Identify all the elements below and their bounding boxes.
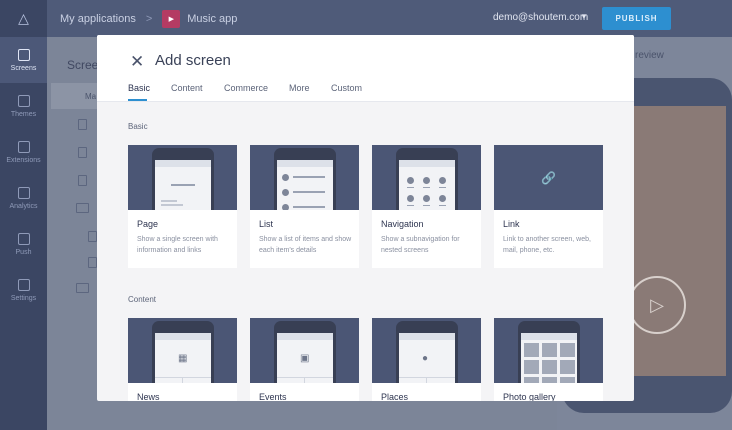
chevron-down-icon[interactable]: ▼ bbox=[580, 12, 588, 21]
screen-card-navigation[interactable]: Navigation Show a subnavigation for nest… bbox=[372, 145, 481, 268]
card-title: News bbox=[137, 392, 160, 401]
card-preview: 🔗 bbox=[494, 145, 603, 210]
screen-card-list[interactable]: List Show a list of items and show each … bbox=[250, 145, 359, 268]
section-title-basic: Basic bbox=[128, 122, 148, 131]
selected-screen-label: Ma bbox=[85, 92, 97, 101]
tab-basic[interactable]: Basic bbox=[128, 83, 150, 93]
screen-card-link[interactable]: 🔗 Link Link to another screen, web, mail… bbox=[494, 145, 603, 268]
palette-icon bbox=[17, 94, 30, 107]
card-description: Link to another screen, web, mail, phone… bbox=[503, 236, 591, 254]
screen-card-places[interactable]: ● Places bbox=[372, 318, 481, 401]
app-thumbnail: ▶ bbox=[162, 9, 181, 28]
app-name: Music app bbox=[187, 12, 238, 25]
screen-card-photo-gallery[interactable]: Photo gallery bbox=[494, 318, 603, 401]
screen-row-icon[interactable] bbox=[78, 175, 87, 186]
tab-content[interactable]: Content bbox=[171, 83, 203, 93]
rail-item-themes[interactable]: Themes bbox=[0, 83, 47, 129]
card-description: Show a subnavigation for nested screens bbox=[381, 236, 460, 254]
phone-mockup bbox=[152, 148, 214, 210]
calendar-icon: ▣ bbox=[300, 353, 310, 364]
folder-icon[interactable] bbox=[76, 203, 89, 213]
card-preview: ● bbox=[372, 318, 481, 383]
card-preview bbox=[250, 145, 359, 210]
app-logo[interactable]: △ bbox=[0, 0, 47, 37]
tab-custom[interactable]: Custom bbox=[331, 83, 362, 93]
phone-mockup bbox=[274, 148, 336, 210]
section-title-content: Content bbox=[128, 295, 157, 304]
breadcrumb-my-applications[interactable]: My applications bbox=[60, 13, 136, 25]
close-icon[interactable]: ✕ bbox=[130, 53, 144, 71]
tab-commerce[interactable]: Commerce bbox=[224, 83, 268, 93]
folder-icon[interactable] bbox=[76, 283, 89, 293]
screen-row-icon[interactable] bbox=[88, 257, 97, 268]
card-title: Page bbox=[137, 219, 159, 229]
user-email[interactable]: demo@shoutem.com bbox=[493, 12, 588, 23]
card-description: Show a list of items and show each item'… bbox=[259, 236, 352, 254]
link-icon: 🔗 bbox=[541, 171, 556, 185]
breadcrumb-separator: > bbox=[145, 12, 153, 25]
rail-item-screens[interactable]: Screens bbox=[0, 37, 47, 83]
screen-card-events[interactable]: ▣ Events bbox=[250, 318, 359, 401]
card-title: Link bbox=[503, 219, 520, 229]
chart-icon bbox=[17, 186, 30, 199]
modal-title: Add screen bbox=[155, 52, 231, 69]
card-title: Events bbox=[259, 392, 287, 401]
card-title: List bbox=[259, 219, 274, 229]
card-title: Places bbox=[381, 392, 409, 401]
card-preview: ▣ bbox=[250, 318, 359, 383]
phone-icon bbox=[17, 48, 30, 61]
phone-mockup bbox=[396, 148, 458, 210]
screen-row-icon[interactable] bbox=[78, 119, 87, 130]
gear-icon bbox=[17, 278, 30, 291]
card-title: Photo gallery bbox=[503, 392, 556, 401]
phone-mockup: ▦ bbox=[152, 321, 214, 383]
rail-item-settings[interactable]: Settings bbox=[0, 267, 47, 313]
card-preview bbox=[128, 145, 237, 210]
push-icon bbox=[17, 232, 30, 245]
document-icon: ▦ bbox=[178, 353, 188, 364]
rail-item-push[interactable]: Push bbox=[0, 221, 47, 267]
phone-mockup bbox=[518, 321, 580, 383]
side-rail: △ Screens Themes Extensions Analytics Pu… bbox=[0, 0, 47, 430]
active-tab-indicator bbox=[128, 99, 147, 101]
screen-row-icon[interactable] bbox=[78, 147, 87, 158]
add-screen-modal: ✕ Add screen Basic Content Commerce More… bbox=[97, 35, 634, 401]
modal-header: ✕ Add screen Basic Content Commerce More… bbox=[97, 35, 634, 102]
card-title: Navigation bbox=[381, 219, 424, 229]
card-description: Show a single screen with information an… bbox=[137, 236, 218, 254]
screen-card-news[interactable]: ▦ News bbox=[128, 318, 237, 401]
rail-item-analytics[interactable]: Analytics bbox=[0, 175, 47, 221]
tab-more[interactable]: More bbox=[289, 83, 310, 93]
map-pin-icon: ● bbox=[422, 353, 429, 364]
card-preview bbox=[494, 318, 603, 383]
screen-card-page[interactable]: Page Show a single screen with informati… bbox=[128, 145, 237, 268]
phone-mockup: ● bbox=[396, 321, 458, 383]
preview-label[interactable]: review bbox=[635, 50, 664, 61]
screen-row-icon[interactable] bbox=[88, 231, 97, 242]
play-icon[interactable]: ▷ bbox=[628, 276, 686, 334]
card-preview bbox=[372, 145, 481, 210]
card-preview: ▦ bbox=[128, 318, 237, 383]
puzzle-icon bbox=[17, 140, 30, 153]
phone-mockup: ▣ bbox=[274, 321, 336, 383]
rail-item-extensions[interactable]: Extensions bbox=[0, 129, 47, 175]
publish-button[interactable]: PUBLISH bbox=[602, 7, 671, 30]
